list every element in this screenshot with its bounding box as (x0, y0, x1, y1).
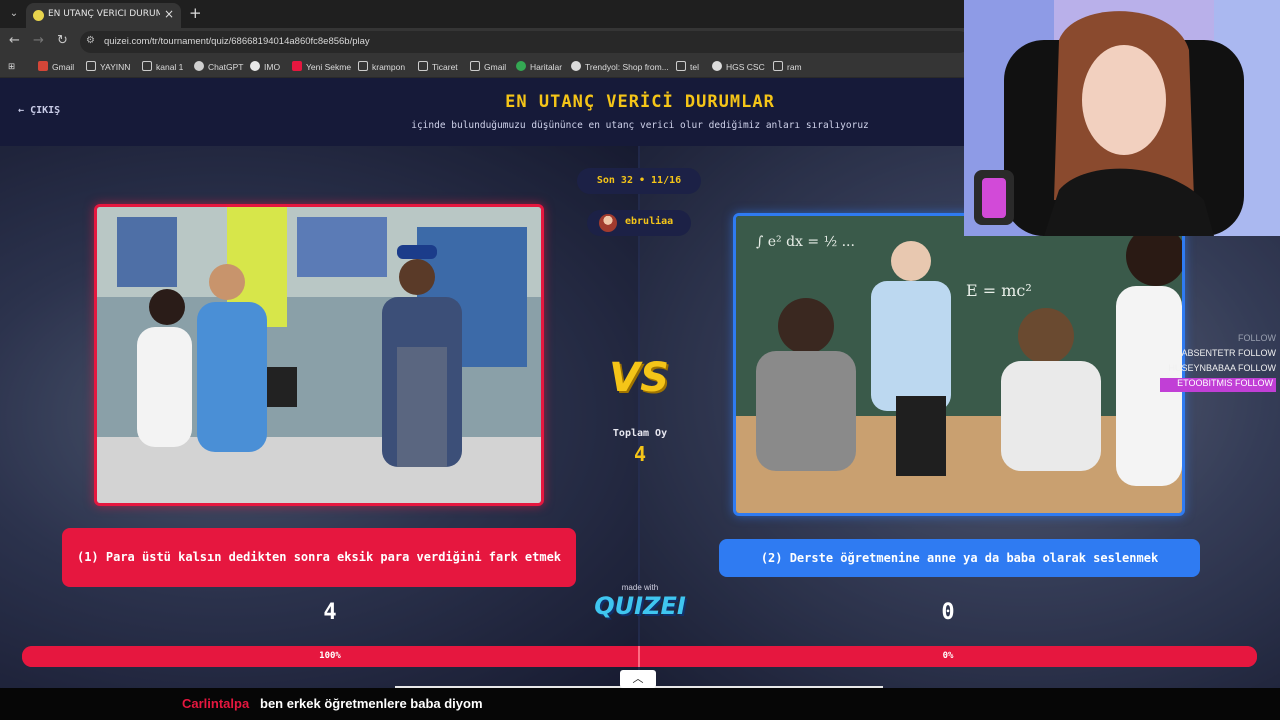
follow-alert: FOLLOW (1237, 333, 1276, 343)
bookmark-krampon[interactable]: krampon (358, 61, 405, 75)
store-checkout-illustration (97, 207, 541, 503)
bookmark-yeni-sekme[interactable]: Yeni Sekme (292, 61, 351, 75)
streamer-camera-image (964, 0, 1280, 236)
back-arrow-icon[interactable]: ← (9, 33, 20, 48)
bookmark-imo[interactable]: IMO (250, 61, 280, 75)
total-votes-value: 4 (633, 442, 647, 466)
option-1-button[interactable]: (1) Para üstü kalsın dedikten sonra eksi… (62, 528, 576, 587)
scroll-up-chevron-icon[interactable]: ︿ (620, 670, 656, 688)
option-1-image[interactable] (94, 204, 544, 506)
bookmark-hgs-csc[interactable]: HGS CSC (712, 61, 765, 75)
bookmark-ticaret[interactable]: Ticaret (418, 61, 458, 75)
bookmark-haritalar[interactable]: Haritalar (516, 61, 562, 75)
bookmark-yayinn[interactable]: YAYINN (86, 61, 130, 75)
option-1-score: 4 (323, 600, 337, 625)
option-2-text: (2) Derste öğretmenine anne ya da baba o… (760, 550, 1159, 565)
follow-alerts: FOLLOW ABSENTETR FOLLOW HUSEYNBABAA FOLL… (1160, 333, 1276, 392)
option-1-percent: 100% (319, 651, 341, 661)
total-votes-label: Toplam Oy (612, 428, 668, 439)
classroom-illustration: ∫ e² dx = ½ ... E = mc² (736, 216, 1182, 513)
close-tab-icon[interactable]: × (164, 7, 174, 21)
url-input[interactable]: ⚙ quizei.com/tr/tournament/quiz/68668194… (80, 31, 970, 53)
site-info-icon[interactable]: ⚙ (86, 35, 95, 46)
round-badge: Son 32 • 11/16 (577, 168, 701, 194)
bookmark-ram[interactable]: ram (773, 61, 802, 75)
avatar (599, 214, 617, 232)
stream-chat-bar: Carlintalpa ben erkek öğretmenlere baba … (0, 688, 1280, 720)
bookmark-gmail-2[interactable]: Gmail (470, 61, 506, 75)
bookmark-trendyol[interactable]: Trendyol: Shop from... (571, 61, 669, 75)
site-favicon-icon (33, 10, 44, 21)
chat-username: Carlintalpa (182, 696, 250, 711)
made-with-label: made with (621, 583, 659, 592)
username: ebruliaa (625, 216, 674, 227)
chat-message: ben erkek öğretmenlere baba diyom (260, 696, 483, 711)
bookmark-kanal1[interactable]: kanal 1 (142, 61, 183, 75)
follow-alert: ABSENTETR FOLLOW (1181, 348, 1276, 358)
apps-grid-icon[interactable]: ⊞ (8, 61, 15, 75)
bookmark-chatgpt[interactable]: ChatGPT (194, 61, 243, 75)
follow-alert-highlight: ETOOBITMIS FOLLOW (1160, 378, 1276, 392)
bookmark-gmail[interactable]: Gmail (38, 61, 74, 75)
forward-arrow-icon[interactable]: → (33, 33, 44, 48)
option-2-image[interactable]: ∫ e² dx = ½ ... E = mc² (733, 213, 1185, 516)
option-1-text: (1) Para üstü kalsın dedikten sonra eksi… (76, 550, 562, 564)
option-2-button[interactable]: (2) Derste öğretmenine anne ya da baba o… (719, 539, 1200, 577)
url-text: quizei.com/tr/tournament/quiz/6866819401… (104, 36, 370, 47)
option-2-percent: 0% (942, 651, 954, 661)
brand-logo[interactable]: QUIZEI (590, 592, 690, 620)
reload-icon[interactable]: ↻ (57, 33, 68, 48)
webcam-overlay (964, 0, 1280, 236)
browser-tab[interactable]: EN UTANÇ VERİCİ DURUMLAR × (26, 3, 181, 28)
option-2-score: 0 (941, 600, 955, 625)
vs-lightning-icon: VS (609, 355, 669, 401)
user-badge: ebruliaa (587, 210, 691, 236)
follow-alert: HUSEYNBABAA FOLLOW (1168, 363, 1276, 373)
tab-title: EN UTANÇ VERİCİ DURUMLAR (48, 9, 160, 19)
bookmark-tel[interactable]: tel (676, 61, 699, 75)
progress-center-mark (638, 646, 640, 667)
tab-search-icon[interactable]: ⌄ (6, 6, 22, 22)
new-tab-icon[interactable]: + (189, 4, 202, 22)
svg-text:E = mc²: E = mc² (966, 281, 1032, 300)
svg-text:∫ e² dx = ½ ...: ∫ e² dx = ½ ... (756, 234, 855, 250)
